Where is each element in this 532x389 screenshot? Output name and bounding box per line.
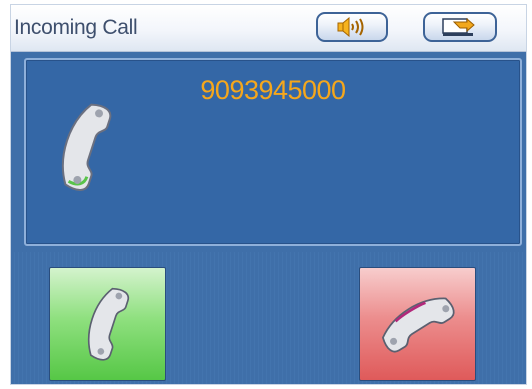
incoming-call-screen: Incoming Call 9093945000 <box>11 5 526 384</box>
exit-arrow-icon <box>442 17 475 36</box>
answer-call-button[interactable] <box>49 267 166 381</box>
phone-handset-icon <box>61 103 112 191</box>
speaker-volume-icon <box>337 17 364 37</box>
header-bar: Incoming Call <box>11 5 526 52</box>
caller-info-panel: 9093945000 <box>24 58 522 246</box>
exit-button[interactable] <box>423 12 497 42</box>
call-actions-area <box>11 252 526 384</box>
speaker-button[interactable] <box>316 12 388 42</box>
phone-handset-icon <box>381 297 455 353</box>
phone-handset-icon <box>87 287 129 361</box>
reject-call-button[interactable] <box>359 267 476 381</box>
screen-title: Incoming Call <box>14 16 138 39</box>
